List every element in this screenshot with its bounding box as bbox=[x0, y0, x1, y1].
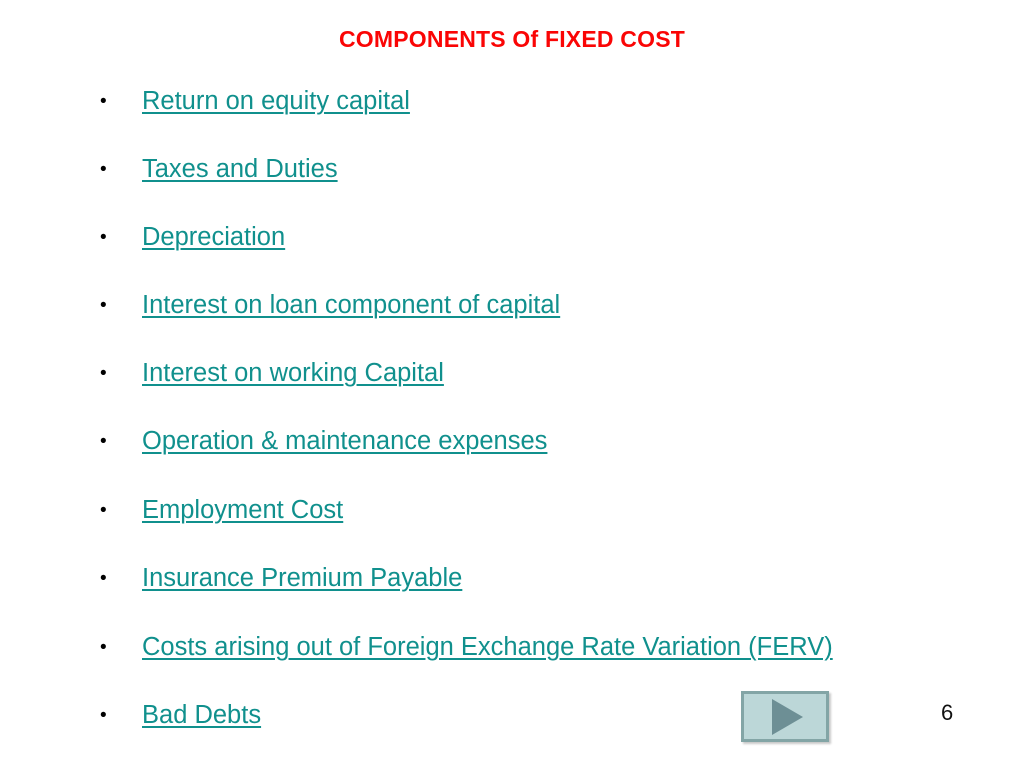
bullet-point-icon: • bbox=[100, 226, 107, 248]
bullet-point-icon: • bbox=[100, 294, 107, 316]
list-item-label[interactable]: Taxes and Duties bbox=[142, 154, 338, 184]
list-item[interactable]: • Bad Debts bbox=[100, 698, 261, 732]
list-item-label[interactable]: Bad Debts bbox=[142, 700, 261, 730]
bullet-point-icon: • bbox=[100, 704, 107, 726]
list-item[interactable]: • Interest on working Capital bbox=[100, 356, 444, 390]
list-item-label[interactable]: Operation & maintenance expenses bbox=[142, 426, 547, 456]
bullet-point-icon: • bbox=[100, 499, 107, 521]
list-item-label[interactable]: Employment Cost bbox=[142, 495, 343, 525]
list-item-label[interactable]: Depreciation bbox=[142, 222, 285, 252]
bullet-point-icon: • bbox=[100, 567, 107, 589]
list-item[interactable]: • Employment Cost bbox=[100, 493, 343, 527]
list-item[interactable]: • Depreciation bbox=[100, 220, 285, 254]
list-item-label[interactable]: Interest on loan component of capital bbox=[142, 290, 560, 320]
list-item-label[interactable]: Interest on working Capital bbox=[142, 358, 444, 388]
play-triangle-icon bbox=[771, 698, 803, 735]
bullet-point-icon: • bbox=[100, 636, 107, 658]
list-item[interactable]: • Insurance Premium Payable bbox=[100, 561, 462, 595]
list-item[interactable]: • Operation & maintenance expenses bbox=[100, 424, 547, 458]
bullet-point-icon: • bbox=[100, 90, 107, 112]
bullet-point-icon: • bbox=[100, 158, 107, 180]
list-item-label[interactable]: Costs arising out of Foreign Exchange Ra… bbox=[142, 632, 833, 662]
slide-canvas: COMPONENTS Of FIXED COST • Return on equ… bbox=[0, 0, 1024, 768]
page-number: 6 bbox=[941, 700, 954, 725]
list-item[interactable]: • Interest on loan component of capital bbox=[100, 288, 560, 322]
bullet-point-icon: • bbox=[100, 430, 107, 452]
list-item-label[interactable]: Insurance Premium Payable bbox=[142, 563, 462, 593]
list-item[interactable]: • Taxes and Duties bbox=[100, 152, 338, 186]
bullet-point-icon: • bbox=[100, 362, 107, 384]
next-slide-play-button[interactable] bbox=[741, 691, 829, 742]
list-item[interactable]: • Costs arising out of Foreign Exchange … bbox=[100, 630, 833, 664]
fixed-cost-components-list: • Return on equity capital • Taxes and D… bbox=[0, 0, 1024, 768]
list-item-label[interactable]: Return on equity capital bbox=[142, 86, 410, 116]
list-item[interactable]: • Return on equity capital bbox=[100, 84, 410, 118]
